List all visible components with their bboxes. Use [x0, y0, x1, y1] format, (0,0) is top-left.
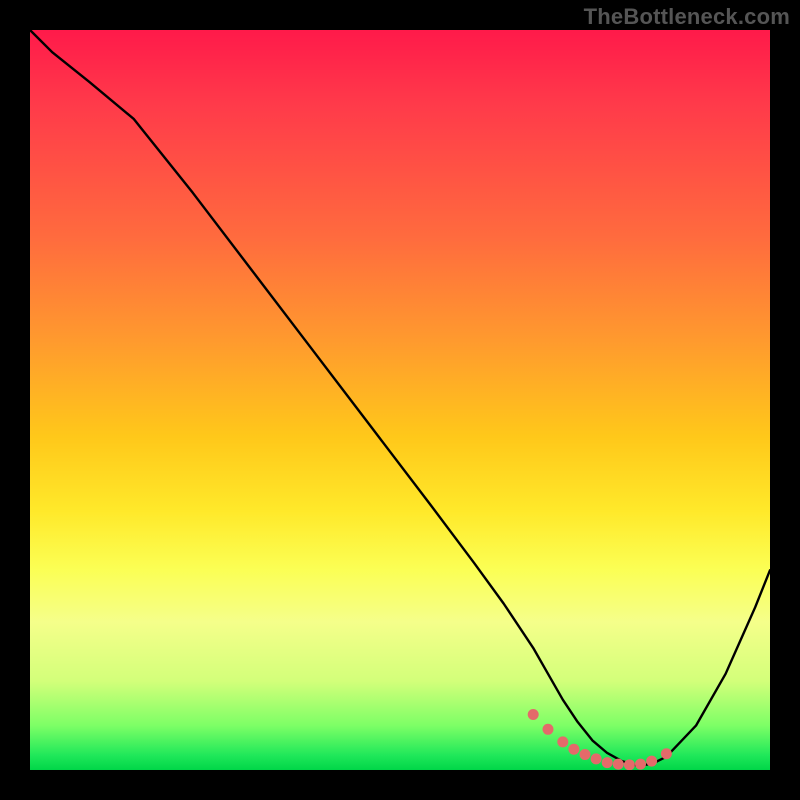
highlight-marker: [661, 748, 672, 759]
highlight-marker: [613, 759, 624, 770]
chart-overlay-svg: [30, 30, 770, 770]
highlight-marker: [568, 744, 579, 755]
highlight-marker: [580, 749, 591, 760]
highlight-marker: [557, 736, 568, 747]
chart-frame: TheBottleneck.com: [0, 0, 800, 800]
highlight-marker: [591, 753, 602, 764]
bottleneck-curve-path: [30, 30, 770, 766]
highlight-marker: [543, 724, 554, 735]
highlight-marker: [646, 756, 657, 767]
highlight-marker: [602, 757, 613, 768]
highlight-markers: [528, 709, 672, 770]
watermark-text: TheBottleneck.com: [584, 4, 790, 30]
highlight-marker: [528, 709, 539, 720]
plot-area: [30, 30, 770, 770]
highlight-marker: [624, 759, 635, 770]
highlight-marker: [635, 759, 646, 770]
